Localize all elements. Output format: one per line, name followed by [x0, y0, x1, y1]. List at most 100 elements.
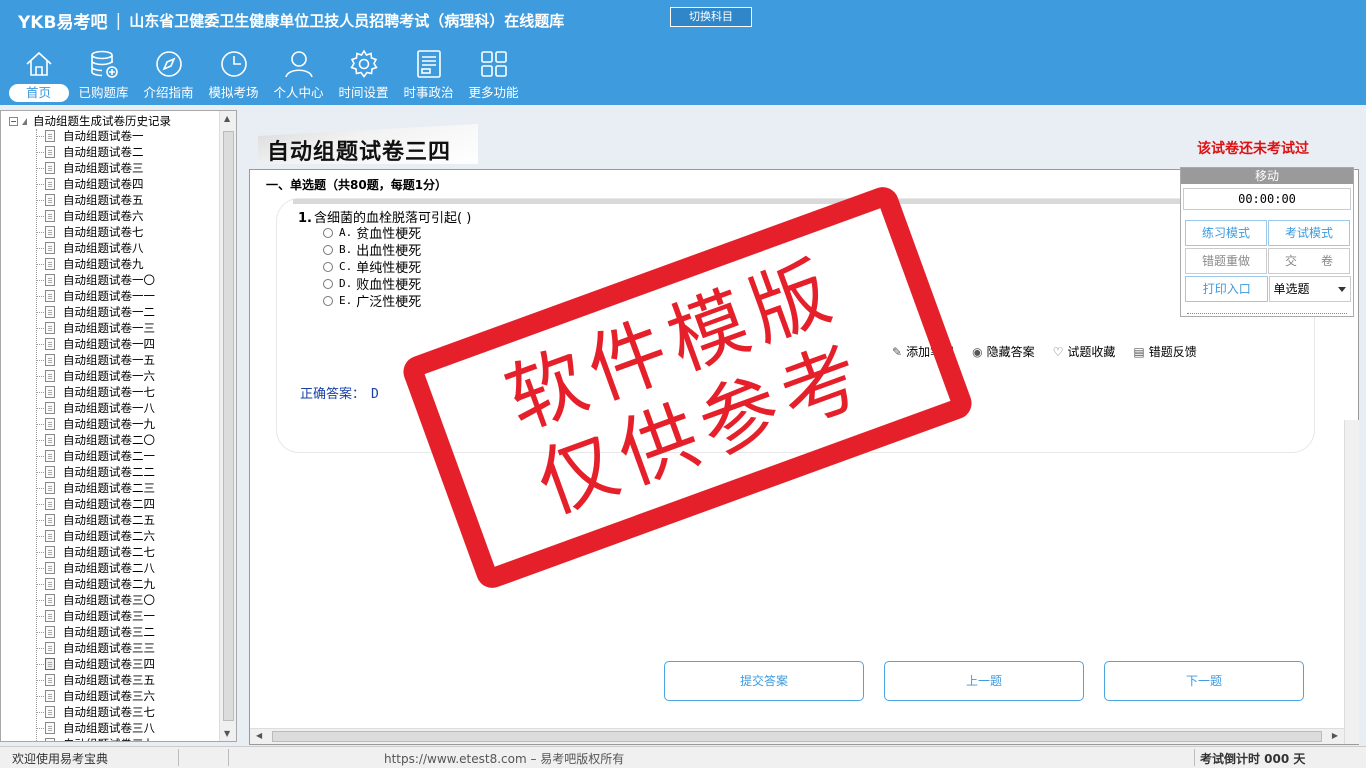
- tree-item[interactable]: 自动组题试卷二二: [1, 464, 155, 480]
- switch-subject-button[interactable]: 切换科目: [670, 7, 752, 27]
- tree-item[interactable]: 自动组题试卷三三: [1, 640, 155, 656]
- tree-scrollbar[interactable]: ▲ ▼: [219, 111, 236, 741]
- tree-item[interactable]: 自动组题试卷三四: [1, 656, 155, 672]
- tree-item[interactable]: 自动组题试卷三二: [1, 624, 155, 640]
- nav-label: 模拟考场: [208, 85, 259, 100]
- tree-item[interactable]: 自动组题试卷九: [1, 256, 155, 272]
- tree-item[interactable]: 自动组题试卷二七: [1, 544, 155, 560]
- tree-item[interactable]: 自动组题试卷一八: [1, 400, 155, 416]
- vertical-scrollbar[interactable]: [1344, 420, 1359, 744]
- tree-item-label: 自动组题试卷一二: [63, 305, 155, 319]
- tree-item[interactable]: 自动组题试卷一: [1, 128, 155, 144]
- nav-personal-center[interactable]: 个人中心: [266, 48, 331, 104]
- nav-current-affairs[interactable]: 时事政治: [396, 48, 461, 104]
- tree-item[interactable]: 自动组题试卷二一: [1, 448, 155, 464]
- favorite-button[interactable]: ♡ 试题收藏: [1053, 343, 1116, 360]
- nav-time-settings[interactable]: 时间设置: [331, 48, 396, 104]
- tree-item[interactable]: 自动组题试卷三: [1, 160, 155, 176]
- tree-item[interactable]: 自动组题试卷三九: [1, 736, 155, 741]
- tree-item[interactable]: 自动组题试卷一七: [1, 384, 155, 400]
- document-icon: [45, 178, 55, 190]
- tree-item[interactable]: 自动组题试卷三五: [1, 672, 155, 688]
- tree-scroll-thumb[interactable]: [223, 131, 234, 721]
- tree-item[interactable]: 自动组题试卷一五: [1, 352, 155, 368]
- submit-answer-button[interactable]: 提交答案: [664, 661, 864, 701]
- radio-icon[interactable]: [323, 227, 333, 238]
- horizontal-scroll-thumb[interactable]: [272, 731, 1322, 742]
- tree-item[interactable]: 自动组题试卷一三: [1, 320, 155, 336]
- tree-item[interactable]: 自动组题试卷三六: [1, 688, 155, 704]
- tree-item[interactable]: 自动组题试卷三八: [1, 720, 155, 736]
- option-d[interactable]: D. 败血性梗死: [323, 275, 421, 293]
- tree-item[interactable]: 自动组题试卷三七: [1, 704, 155, 720]
- prev-question-button[interactable]: 上一题: [884, 661, 1084, 701]
- scroll-right-icon[interactable]: ▶: [1332, 731, 1338, 740]
- option-c[interactable]: C. 单纯性梗死: [323, 258, 421, 276]
- radio-icon[interactable]: [323, 278, 333, 289]
- copyright-text: https://www.etest8.com – 易考吧版权所有: [384, 752, 625, 766]
- nav-home[interactable]: 首页: [6, 48, 71, 104]
- tree-item[interactable]: 自动组题试卷三一: [1, 608, 155, 624]
- practice-mode-button[interactable]: 练习模式: [1185, 220, 1267, 246]
- tree-item[interactable]: 自动组题试卷二九: [1, 576, 155, 592]
- nav-purchased-banks[interactable]: 已购题库: [71, 48, 136, 104]
- status-divider: [178, 749, 179, 766]
- exam-mode-button[interactable]: 考试模式: [1268, 220, 1350, 246]
- tree-item[interactable]: 自动组题试卷一二: [1, 304, 155, 320]
- tree-item[interactable]: 自动组题试卷一一: [1, 288, 155, 304]
- status-divider: [1194, 749, 1195, 766]
- tree-item[interactable]: 自动组题试卷二三: [1, 480, 155, 496]
- redo-wrong-button[interactable]: 错题重做: [1185, 248, 1267, 274]
- option-a[interactable]: A. 贫血性梗死: [323, 224, 421, 242]
- panel-move-handle[interactable]: 移动: [1181, 168, 1353, 184]
- print-button[interactable]: 打印入口: [1185, 276, 1269, 302]
- scroll-left-icon[interactable]: ◀: [256, 731, 262, 740]
- correct-answer: 正确答案： D: [300, 383, 379, 402]
- tree-item[interactable]: 自动组题试卷三〇: [1, 592, 155, 608]
- tree-item-label: 自动组题试卷三五: [63, 673, 155, 687]
- nav-more-features[interactable]: 更多功能: [461, 48, 526, 104]
- tree-item[interactable]: 自动组题试卷四: [1, 176, 155, 192]
- tree-item[interactable]: 自动组题试卷二八: [1, 560, 155, 576]
- hide-answer-button[interactable]: ◉ 隐藏答案: [972, 343, 1035, 360]
- option-key: A.: [339, 226, 353, 239]
- document-icon: [45, 562, 55, 574]
- tree-item[interactable]: 自动组题试卷一九: [1, 416, 155, 432]
- option-e[interactable]: E. 广泛性梗死: [323, 292, 422, 310]
- tree-root[interactable]: − 自动组题生成试卷历史记录: [9, 113, 171, 129]
- tree-item[interactable]: 自动组题试卷八: [1, 240, 155, 256]
- hand-in-button[interactable]: 交 卷: [1268, 248, 1350, 274]
- home-icon: [25, 51, 52, 76]
- tree-item-label: 自动组题试卷二一: [63, 449, 155, 463]
- tree-item-label: 自动组题试卷三一: [63, 609, 155, 623]
- nav-guide[interactable]: 介绍指南: [136, 48, 201, 104]
- tree-item[interactable]: 自动组题试卷二: [1, 144, 155, 160]
- collapse-toggle-icon[interactable]: −: [9, 116, 18, 126]
- tree-item[interactable]: 自动组题试卷二〇: [1, 432, 155, 448]
- tree-item[interactable]: 自动组题试卷二五: [1, 512, 155, 528]
- scroll-down-icon[interactable]: ▼: [224, 729, 230, 738]
- tree-item-label: 自动组题试卷三三: [63, 641, 155, 655]
- document-icon: [45, 610, 55, 622]
- document-icon: [45, 706, 55, 718]
- option-text: 广泛性梗死: [356, 295, 422, 310]
- scroll-up-icon[interactable]: ▲: [224, 114, 230, 123]
- chevron-down-icon: [1338, 287, 1346, 292]
- option-b[interactable]: B. 出血性梗死: [323, 241, 421, 259]
- nav-mock-exam[interactable]: 模拟考场: [201, 48, 266, 104]
- tree-item[interactable]: 自动组题试卷一六: [1, 368, 155, 384]
- tree-item[interactable]: 自动组题试卷六: [1, 208, 155, 224]
- tree-item[interactable]: 自动组题试卷二六: [1, 528, 155, 544]
- radio-icon[interactable]: [323, 295, 333, 306]
- tree-item[interactable]: 自动组题试卷一〇: [1, 272, 155, 288]
- tree-item[interactable]: 自动组题试卷七: [1, 224, 155, 240]
- tree-item[interactable]: 自动组题试卷五: [1, 192, 155, 208]
- question-type-select[interactable]: 单选题: [1269, 276, 1351, 302]
- horizontal-scrollbar[interactable]: ◀ ▶: [250, 728, 1344, 744]
- feedback-button[interactable]: ▤ 错题反馈: [1133, 343, 1196, 360]
- tree-item[interactable]: 自动组题试卷一四: [1, 336, 155, 352]
- next-question-button[interactable]: 下一题: [1104, 661, 1304, 701]
- radio-icon[interactable]: [323, 261, 333, 272]
- tree-item[interactable]: 自动组题试卷二四: [1, 496, 155, 512]
- radio-icon[interactable]: [323, 244, 333, 255]
